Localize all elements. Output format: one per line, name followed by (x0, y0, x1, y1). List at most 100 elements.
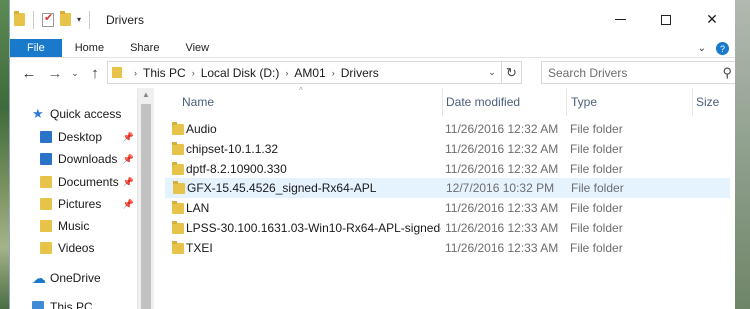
file-date: 11/26/2016 12:32 AM (445, 122, 559, 136)
sidebar-item-downloads[interactable]: Downloads 📌 (40, 148, 137, 170)
column-header-size[interactable]: Size (696, 88, 719, 116)
file-name: dptf-8.2.10900.330 (186, 162, 287, 176)
scroll-up-icon[interactable]: ▲ (138, 88, 154, 102)
sidebar-item-videos[interactable]: Videos (40, 237, 137, 259)
file-type: File folder (571, 181, 624, 195)
file-date: 11/26/2016 12:33 AM (445, 201, 559, 215)
sidebar-item-label: Quick access (50, 107, 122, 121)
file-date: 11/26/2016 12:33 AM (445, 241, 559, 255)
file-name: chipset-10.1.1.32 (186, 142, 279, 156)
tab-share[interactable]: Share (117, 39, 172, 57)
refresh-icon[interactable]: ↻ (501, 62, 521, 83)
maximize-button[interactable] (643, 0, 689, 39)
help-icon[interactable]: ? (716, 42, 729, 55)
window-title: Drivers (106, 12, 145, 27)
navigation-scrollbar[interactable]: ▲ (137, 88, 154, 309)
folder-icon[interactable] (14, 11, 25, 26)
file-date: 11/26/2016 12:32 AM (445, 142, 559, 156)
file-name: TXEI (186, 241, 213, 255)
properties-icon[interactable] (42, 11, 54, 27)
column-header-name[interactable]: Name (182, 88, 214, 116)
pin-icon[interactable]: 📌 (123, 199, 134, 210)
customize-toolbar-icon[interactable]: ▾ (77, 15, 81, 24)
toolbar-divider (33, 10, 34, 29)
sidebar-item-label: Documents (58, 175, 119, 189)
search-input[interactable]: Search Drivers ⚲ (541, 61, 735, 84)
scrollbar-thumb[interactable] (141, 104, 151, 309)
minimize-button[interactable] (597, 0, 643, 39)
sidebar-item-music[interactable]: Music (40, 215, 137, 237)
ribbon-tabs: File Home Share View ⌄ ? (10, 39, 735, 58)
sidebar-item-onedrive[interactable]: ☁ OneDrive (32, 267, 137, 289)
tab-file[interactable]: File (10, 39, 62, 57)
sidebar-item-this-pc[interactable]: This PC (32, 296, 137, 309)
column-divider[interactable] (692, 88, 693, 116)
chevron-right-icon[interactable]: › (192, 68, 195, 78)
explorer-window: ▾ Drivers ✕ File Home Share View ⌄ ? ← →… (9, 0, 735, 309)
table-row[interactable]: chipset-10.1.1.32 11/26/2016 12:32 AM Fi… (165, 139, 730, 159)
chevron-right-icon[interactable]: › (134, 68, 137, 78)
chevron-down-icon[interactable]: ⌄ (698, 43, 706, 54)
file-name: LAN (186, 201, 210, 215)
sidebar-item-label: This PC (50, 300, 93, 309)
maximize-icon (661, 14, 671, 25)
chevron-right-icon[interactable]: › (332, 68, 335, 78)
forward-arrow-icon[interactable]: → (42, 65, 68, 82)
new-folder-icon[interactable] (60, 11, 71, 26)
folder-icon (172, 161, 184, 175)
file-date: 12/7/2016 10:32 PM (446, 181, 555, 195)
back-arrow-icon[interactable]: ← (16, 65, 42, 82)
column-header-type[interactable]: Type (571, 88, 597, 116)
breadcrumb-drivers[interactable]: Drivers (341, 66, 379, 80)
videos-folder-icon (40, 242, 52, 254)
pin-icon[interactable]: 📌 (123, 154, 134, 165)
file-date: 11/26/2016 12:32 AM (445, 162, 559, 176)
column-divider[interactable] (442, 88, 443, 116)
chevron-right-icon[interactable]: › (285, 68, 288, 78)
close-button[interactable]: ✕ (689, 0, 735, 39)
file-type: File folder (570, 241, 623, 255)
music-folder-icon (40, 220, 52, 232)
sidebar-item-documents[interactable]: Documents 📌 (40, 171, 137, 193)
table-row[interactable]: Audio 11/26/2016 12:32 AM File folder (165, 119, 730, 139)
this-pc-icon (32, 301, 44, 309)
table-row-selected[interactable]: GFX-15.45.4526_signed-Rx64-APL 12/7/2016… (165, 178, 730, 198)
sort-ascending-icon: ^ (299, 86, 303, 95)
address-bar[interactable]: › This PC › Local Disk (D:) › AM01 › Dri… (107, 61, 522, 84)
breadcrumb-local-disk[interactable]: Local Disk (D:) (201, 66, 280, 80)
sidebar-item-desktop[interactable]: Desktop 📌 (40, 126, 137, 148)
file-type: File folder (570, 142, 623, 156)
title-bar: ▾ Drivers ✕ (10, 0, 735, 39)
file-type: File folder (570, 221, 623, 235)
window-controls: ✕ (597, 0, 735, 39)
folder-icon (172, 240, 184, 254)
desktop-folder-icon (40, 131, 52, 143)
file-name: GFX-15.45.4526_signed-Rx64-APL (187, 181, 377, 195)
file-type: File folder (570, 201, 623, 215)
breadcrumb-am01[interactable]: AM01 (294, 66, 325, 80)
pictures-folder-icon (40, 198, 52, 210)
sidebar-item-label: Downloads (58, 152, 118, 166)
star-icon: ★ (32, 106, 44, 121)
content-area: ★ Quick access Desktop 📌 Downloads 📌 Doc… (10, 86, 735, 309)
table-row[interactable]: LAN 11/26/2016 12:33 AM File folder (165, 198, 730, 218)
column-header-date[interactable]: Date modified (446, 88, 520, 116)
tab-home[interactable]: Home (62, 39, 117, 57)
up-arrow-icon[interactable]: ↑ (82, 65, 108, 82)
table-row[interactable]: LPSS-30.100.1631.03-Win10-Rx64-APL-signe… (165, 218, 730, 238)
sidebar-item-quick-access[interactable]: ★ Quick access (32, 103, 137, 125)
breadcrumb-this-pc[interactable]: This PC (143, 66, 186, 80)
close-icon: ✕ (706, 11, 718, 27)
pin-icon[interactable]: 📌 (123, 132, 134, 143)
table-row[interactable]: TXEI 11/26/2016 12:33 AM File folder (165, 238, 730, 258)
sidebar-item-label: Music (58, 219, 90, 233)
table-row[interactable]: dptf-8.2.10900.330 11/26/2016 12:32 AM F… (165, 159, 730, 179)
address-history-chevron-icon[interactable]: ⌄ (483, 67, 501, 78)
column-divider[interactable] (566, 88, 567, 116)
tab-view[interactable]: View (172, 39, 222, 57)
sidebar-item-pictures[interactable]: Pictures 📌 (40, 193, 137, 215)
pin-icon[interactable]: 📌 (123, 177, 134, 188)
recent-locations-chevron-icon[interactable]: ⌄ (68, 68, 82, 79)
sidebar-item-label: OneDrive (50, 271, 101, 285)
search-icon[interactable]: ⚲ (722, 65, 732, 81)
